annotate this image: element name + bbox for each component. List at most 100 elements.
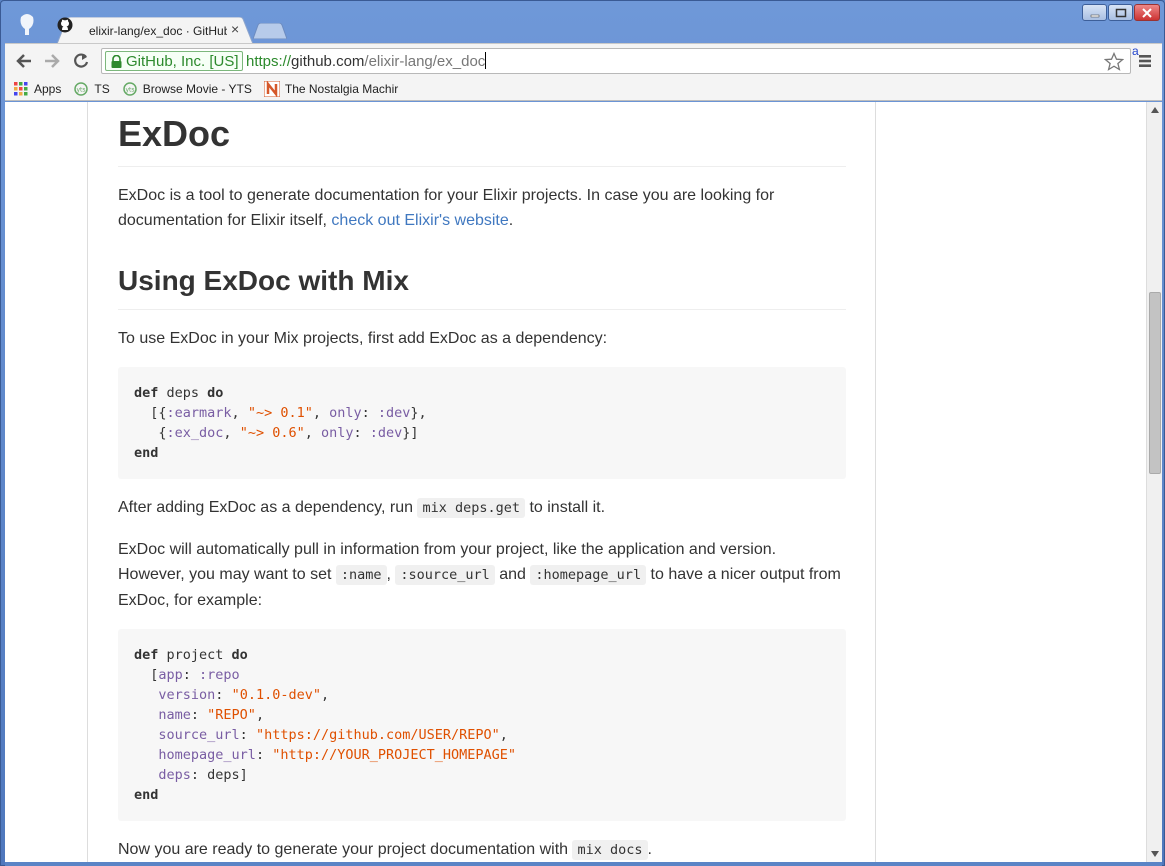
maximize-button[interactable] <box>1108 4 1133 21</box>
code-token: "http://YOUR_PROJECT_HOMEPAGE" <box>272 747 517 763</box>
code-token: do <box>207 385 224 401</box>
ev-certificate-badge[interactable]: GitHub, Inc. [US] <box>105 51 243 71</box>
code-token: }] <box>402 425 419 441</box>
code-token: "https://github.com/USER/REPO" <box>255 727 500 743</box>
url-text[interactable]: https://github.com/elixir-lang/ex_doc <box>246 52 487 70</box>
inline-code-name: :name <box>335 565 387 585</box>
hamburger-menu-icon[interactable] <box>1138 54 1152 68</box>
code-block-project: def project do [app: :repo version: "0.1… <box>118 629 846 821</box>
code-token: def <box>134 647 159 663</box>
tab-github-ex-doc[interactable]: elixir-lang/ex_doc · GitHub × <box>57 17 253 44</box>
code-token: "~> 0.6" <box>239 425 305 441</box>
inline-code-homepage-url: :homepage_url <box>530 565 647 585</box>
add-dependency-paragraph: To use ExDoc in your Mix projects, first… <box>118 330 608 347</box>
code-token: deps <box>158 767 191 783</box>
scroll-down-arrow-icon <box>1151 851 1159 857</box>
page-title: ExDoc <box>118 102 846 167</box>
code-token: , <box>312 405 330 421</box>
bookmark-label: The Nostalgia Machir <box>284 81 399 96</box>
minimize-icon <box>1090 14 1099 17</box>
after-adding-paragraph: After adding ExDoc as a dependency, run … <box>118 495 846 521</box>
address-bar[interactable]: GitHub, Inc. [US] https://github.com/eli… <box>101 48 1131 74</box>
code-token: def <box>134 385 159 401</box>
yts-icon: yts <box>122 81 138 97</box>
scroll-up-button[interactable] <box>1147 102 1163 118</box>
forward-arrow-icon <box>45 54 60 68</box>
new-tab-button[interactable] <box>253 23 287 39</box>
text-run: After adding ExDoc as a dependency, run <box>118 499 418 516</box>
code-token: :ex_doc <box>166 425 224 441</box>
code-token: : <box>190 707 208 723</box>
bookmark-label: Apps <box>34 81 62 96</box>
code-token: , <box>304 425 321 441</box>
bookmark-ts[interactable]: yts TS <box>73 81 110 97</box>
bookmark-browse-movie-yts[interactable]: yts Browse Movie - YTS <box>122 81 252 97</box>
url-host: github.com <box>291 53 365 70</box>
reload-icon <box>74 53 89 68</box>
code-token: do <box>231 647 248 663</box>
inline-code-source-url: :source_url <box>395 565 495 585</box>
bookmark-star-icon[interactable] <box>1104 52 1124 72</box>
code-token: deps <box>158 385 208 401</box>
tab-title: elixir-lang/ex_doc · GitHub <box>89 24 227 38</box>
code-token: : <box>182 667 200 683</box>
bookmark-nostalgia-machine[interactable]: The Nostalgia Machir <box>263 80 399 97</box>
code-token: version <box>158 687 216 703</box>
scroll-down-button[interactable] <box>1147 846 1163 862</box>
vertical-scrollbar[interactable] <box>1146 102 1162 862</box>
inline-code-mix-docs: mix docs <box>572 840 648 860</box>
browser-toolbar: GitHub, Inc. [US] https://github.com/eli… <box>5 43 1162 77</box>
code-token: { <box>134 425 167 441</box>
code-token: :earmark <box>166 405 232 421</box>
code-token: , <box>255 707 265 723</box>
minimize-button[interactable] <box>1082 4 1107 21</box>
scrollbar-thumb[interactable] <box>1149 292 1161 474</box>
code-token: end <box>134 787 159 803</box>
apps-grid-icon <box>13 81 29 97</box>
reload-button[interactable] <box>70 51 92 71</box>
text-run: . <box>647 841 652 858</box>
code-token: project <box>158 647 232 663</box>
code-token: :dev <box>369 425 403 441</box>
code-token: source_url <box>158 727 240 743</box>
code-token: : <box>255 747 273 763</box>
page-viewport: ExDoc ExDoc is a tool to generate docume… <box>5 102 1146 862</box>
window-bottom-edge <box>5 862 1162 866</box>
code-token: "REPO" <box>207 707 256 723</box>
code-token: , <box>223 425 240 441</box>
browser-window: elixir-lang/ex_doc · GitHub × GitHub, In… <box>0 0 1165 866</box>
close-button[interactable] <box>1134 4 1160 21</box>
github-octocat-icon <box>57 17 73 33</box>
bookmark-label: TS <box>94 81 110 96</box>
code-token: only <box>329 405 362 421</box>
code-token: name <box>158 707 191 723</box>
readme-container: ExDoc ExDoc is a tool to generate docume… <box>87 102 876 862</box>
code-token: , <box>499 727 508 743</box>
code-token: : <box>190 767 208 783</box>
bookmark-apps[interactable]: Apps <box>13 81 61 97</box>
ev-label: GitHub, Inc. [US] <box>126 53 239 70</box>
code-token: , <box>320 687 330 703</box>
scroll-up-arrow-icon <box>1151 107 1159 113</box>
code-block-deps: def deps do [{:earmark, "~> 0.1", only: … <box>118 367 846 479</box>
readme-article: ExDoc ExDoc is a tool to generate docume… <box>118 102 846 862</box>
intro-paragraph: ExDoc is a tool to generate documentatio… <box>118 183 846 233</box>
back-button[interactable] <box>13 51 35 71</box>
code-token: "0.1.0-dev" <box>231 687 321 703</box>
chrome-profile-icon[interactable] <box>17 13 37 37</box>
text-run: and <box>494 566 531 583</box>
code-token: end <box>134 445 159 461</box>
code-token: : <box>353 425 370 441</box>
svg-text:yts: yts <box>125 86 134 93</box>
text-caret <box>485 52 487 69</box>
url-path: /elixir-lang/ex_doc <box>364 53 486 70</box>
code-token: app <box>158 667 183 683</box>
forward-button[interactable] <box>41 51 63 71</box>
window-controls <box>1082 4 1160 21</box>
elixir-website-link[interactable]: check out Elixir's website <box>331 212 508 229</box>
bookmark-label: Browse Movie - YTS <box>142 81 252 96</box>
code-token: [ <box>134 667 159 683</box>
code-token: , <box>231 405 248 421</box>
tab-close-icon[interactable]: × <box>231 21 239 37</box>
back-arrow-icon <box>16 54 31 68</box>
